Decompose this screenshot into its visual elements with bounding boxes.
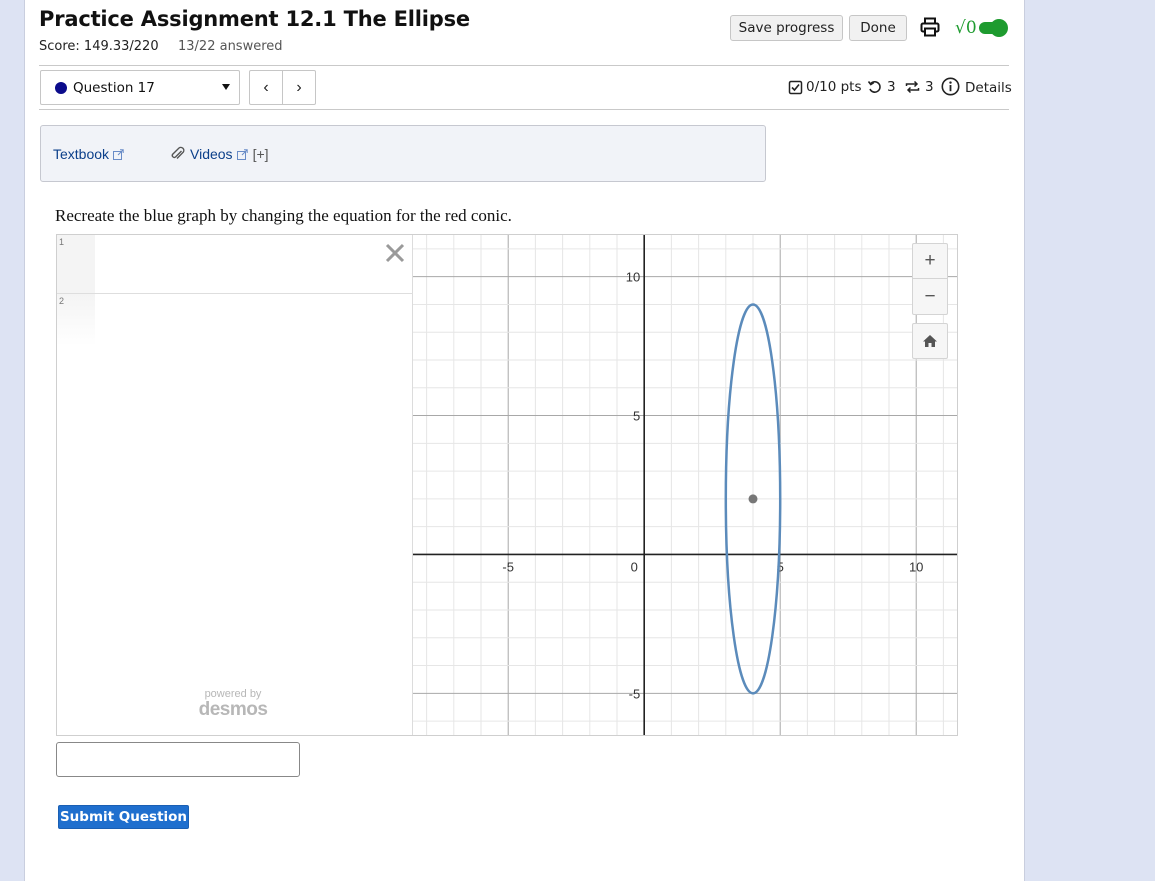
zoom-out-button[interactable]: − xyxy=(912,279,948,315)
desmos-calculator: 1 2 powered by desmos -5 0 5 10 -5 5 10 + − xyxy=(56,234,958,736)
external-link-icon xyxy=(236,148,248,160)
videos-link[interactable]: Videos [+] xyxy=(170,146,269,162)
expression-row[interactable] xyxy=(57,235,413,294)
expression-row-number: 2 xyxy=(57,294,95,346)
printer-icon[interactable] xyxy=(919,16,941,38)
retries-info: 3 xyxy=(867,79,896,95)
done-button[interactable]: Done xyxy=(849,15,907,41)
textbook-link[interactable]: Textbook xyxy=(53,146,124,162)
ellipse-center-point xyxy=(748,494,758,504)
question-select[interactable]: Question 17 xyxy=(40,70,240,105)
info-icon xyxy=(941,77,960,96)
save-progress-button[interactable]: Save progress xyxy=(730,15,843,41)
assignment-title: Practice Assignment 12.1 The Ellipse xyxy=(39,7,470,31)
attempts-count: 3 xyxy=(925,79,934,95)
next-question-button[interactable]: › xyxy=(282,70,316,105)
home-icon xyxy=(923,335,937,347)
math-display-toggle[interactable]: √0 xyxy=(955,16,1011,40)
retry-icon xyxy=(867,80,881,93)
x-tick-label: -5 xyxy=(502,559,514,574)
answer-input[interactable] xyxy=(56,742,300,777)
chevron-down-icon xyxy=(222,84,230,90)
previous-question-button[interactable]: ‹ xyxy=(249,70,283,105)
home-button[interactable] xyxy=(912,323,948,359)
nav-divider xyxy=(39,109,1009,110)
paperclip-icon xyxy=(171,146,185,159)
sqrt-icon: √0 xyxy=(955,18,977,38)
close-icon[interactable] xyxy=(383,241,407,265)
desmos-logo: powered by desmos xyxy=(183,689,283,720)
points-info: 0/10 pts xyxy=(788,79,862,95)
expression-list: 1 2 powered by desmos xyxy=(57,235,413,735)
attempts-info: 3 xyxy=(904,79,934,95)
question-status-dot xyxy=(55,81,67,94)
submit-question-button[interactable]: Submit Question xyxy=(58,805,189,829)
points-text: 0/10 pts xyxy=(806,79,862,95)
expand-videos-link[interactable]: [+] xyxy=(253,146,269,162)
question-prompt: Recreate the blue graph by changing the … xyxy=(55,206,512,225)
x-tick-label: 10 xyxy=(909,559,923,574)
repeat-icon xyxy=(905,80,920,94)
y-tick-label: 10 xyxy=(626,270,640,285)
graph-paper[interactable]: -5 0 5 10-5510 xyxy=(413,235,957,735)
question-select-label: Question 17 xyxy=(73,79,155,96)
score-text: Score: 149.33/220 xyxy=(39,39,159,54)
desmos-brand: desmos xyxy=(198,699,268,720)
y-tick-label: -5 xyxy=(629,686,641,701)
expression-row-number: 1 xyxy=(57,235,95,293)
details-button[interactable]: Details xyxy=(941,77,1012,96)
details-label: Details xyxy=(965,79,1012,96)
x-tick-label: 0 xyxy=(631,559,638,574)
checkbox-icon xyxy=(788,80,803,94)
y-tick-label: 5 xyxy=(633,409,640,424)
retries-count: 3 xyxy=(887,79,896,95)
assignment-page: Practice Assignment 12.1 The Ellipse Sco… xyxy=(24,0,1025,881)
videos-link-label: Videos xyxy=(190,146,233,162)
help-resources: Textbook Videos [+] xyxy=(40,125,766,182)
toggle-switch[interactable] xyxy=(978,19,1008,37)
zoom-in-button[interactable]: + xyxy=(912,243,948,279)
external-link-icon xyxy=(113,148,124,160)
zoom-controls: + − xyxy=(912,243,948,359)
answered-count: 13/22 answered xyxy=(178,39,283,54)
header-divider xyxy=(39,65,1009,66)
textbook-link-label: Textbook xyxy=(53,146,110,162)
